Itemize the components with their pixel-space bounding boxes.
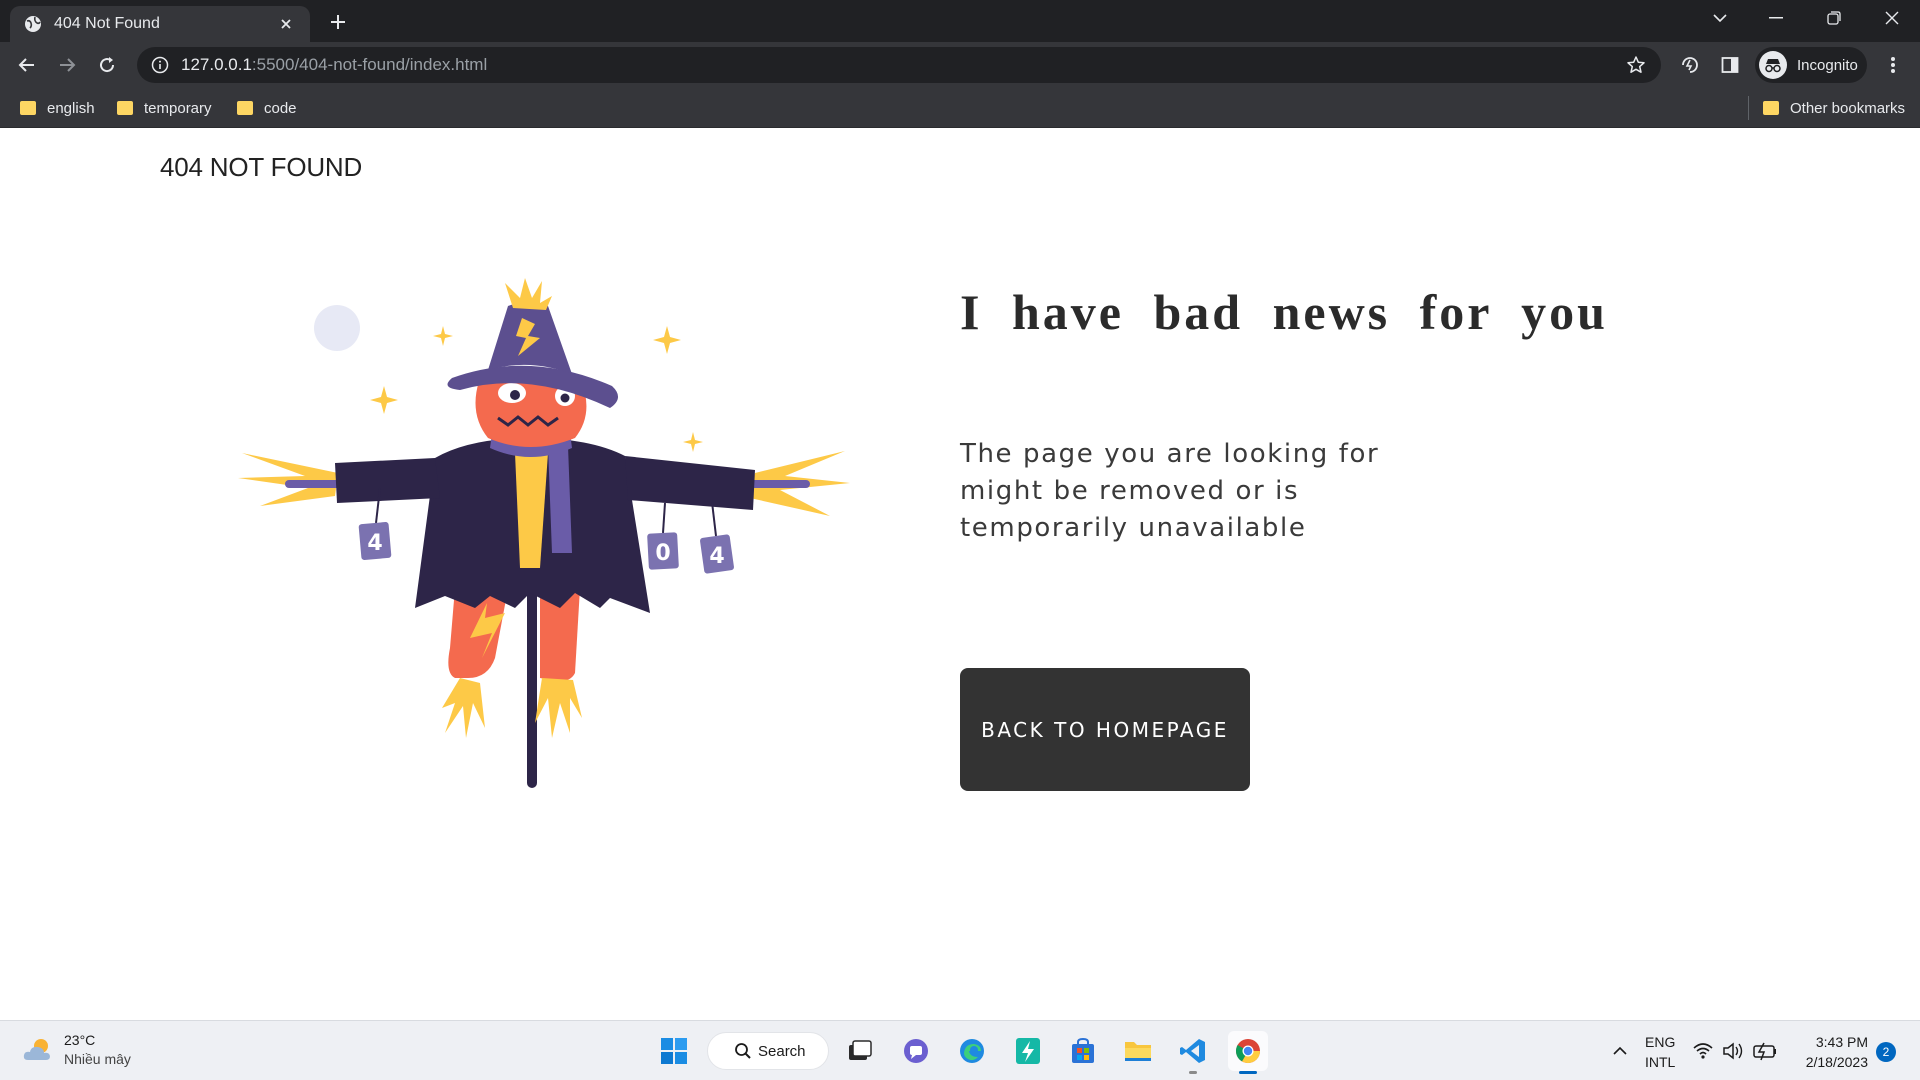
other-bookmarks-label: Other bookmarks [1790,99,1906,117]
bookmarks-bar: english temporary code Other bookmarks [0,88,1920,128]
bookmark-folder-code[interactable]: code [237,96,297,120]
show-hidden-icons-button[interactable] [1600,1031,1640,1071]
scarf-tail [548,446,572,553]
left-foot-straw [442,678,485,738]
coat-arm-right [625,456,755,510]
file-explorer-button[interactable] [1118,1031,1158,1071]
bookmark-label: temporary [144,99,212,117]
running-indicator [1189,1071,1197,1074]
bookmark-folder-english[interactable]: english [20,96,95,120]
coat-arm-left [335,458,440,503]
close-window-button[interactable] [1864,0,1920,36]
folder-icon [20,101,36,115]
minimize-button[interactable] [1748,0,1804,36]
windows-taskbar: 23°C Nhiều mây Search ENG INTL 3:43 PM 2… [0,1020,1920,1080]
notification-badge[interactable]: 2 [1876,1042,1896,1062]
bookmark-star-icon[interactable] [1625,54,1647,76]
bookmark-folder-temporary[interactable]: temporary [117,96,212,120]
teams-chat-button[interactable] [896,1031,936,1071]
left-straw-hand [238,453,338,506]
weather-widget[interactable]: 23°C Nhiều mây [22,1031,131,1069]
site-brand[interactable]: 404 NOT FOUND [160,152,362,183]
language-code: ENG [1645,1034,1676,1050]
restore-button[interactable] [1806,0,1862,36]
active-app-indicator [1239,1071,1257,1074]
incognito-icon [1759,51,1787,79]
right-foot-straw [535,678,582,738]
url-path: :5500/404-not-found/index.html [251,55,488,74]
incognito-profile-button[interactable]: Incognito [1755,47,1867,83]
can-digit-4-left: 4 [367,531,382,556]
microsoft-store-button[interactable] [1063,1031,1103,1071]
search-icon [734,1042,752,1060]
chevron-up-icon [1613,1046,1627,1055]
volume-icon [1723,1042,1743,1060]
forward-arrow-icon[interactable] [52,50,82,80]
power-automate-button[interactable] [1008,1031,1048,1071]
bookmarks-separator [1748,96,1749,120]
new-tab-button[interactable] [325,9,351,35]
folder-icon [117,101,133,115]
page-viewport: 404 NOT FOUND 4 0 4 I have bad news for … [0,128,1920,1020]
scarecrow-illustration: 4 0 4 [238,278,850,788]
chrome-button[interactable] [1228,1031,1268,1074]
search-label: Search [758,1042,806,1060]
vscode-icon [1180,1039,1205,1063]
wifi-icon [1693,1043,1713,1059]
reload-icon[interactable] [92,50,122,80]
folder-icon [237,101,253,115]
other-bookmarks-folder[interactable]: Other bookmarks [1763,96,1905,120]
chat-icon [904,1039,928,1063]
store-icon [1072,1037,1094,1063]
bookmark-label: code [264,99,297,117]
edge-browser-button[interactable] [952,1031,992,1071]
input-language-indicator[interactable]: ENG INTL [1645,1032,1675,1072]
taskbar-search[interactable]: Search [707,1032,829,1070]
tab-search-chevron-icon[interactable] [1692,0,1748,36]
extension-icon[interactable] [1675,50,1705,80]
tab-title: 404 Not Found [54,15,160,32]
can-digit-4-right: 4 [709,544,724,569]
back-arrow-icon[interactable] [12,50,42,80]
page-message: The page you are looking for might be re… [960,439,1380,543]
chrome-icon [1235,1039,1260,1064]
can-digit-0: 0 [655,541,670,566]
browser-toolbar: 127.0.0.1:5500/404-not-found/index.html … [0,42,1920,88]
folder-icon [1763,101,1779,115]
keyboard-layout: INTL [1645,1054,1676,1070]
weather-condition: Nhiều mây [64,1051,131,1067]
partly-cloudy-icon [23,1039,50,1060]
close-tab-icon[interactable] [276,14,296,34]
task-view-button[interactable] [840,1031,880,1071]
weather-temp: 23°C [64,1032,96,1048]
incognito-label: Incognito [1797,56,1858,74]
lightning-app-icon [1016,1038,1040,1064]
moon-decoration [314,305,360,351]
browser-titlebar: 404 Not Found [0,0,1920,42]
battery-charging-icon [1753,1042,1776,1061]
clock-time: 3:43 PM [1815,1034,1868,1050]
menu-kebab-icon[interactable] [1878,50,1908,80]
folder-app-icon [1125,1042,1151,1061]
quick-settings-button[interactable] [1690,1031,1784,1071]
address-bar[interactable]: 127.0.0.1:5500/404-not-found/index.html [137,47,1661,83]
active-tab[interactable]: 404 Not Found [10,6,310,42]
bookmark-label: english [47,99,95,117]
clock-date: 2/18/2023 [1805,1054,1868,1070]
side-panel-icon[interactable] [1715,50,1745,80]
windows-logo-icon [661,1038,687,1064]
page-headline: I have bad news for you [960,284,1608,340]
task-view-icon [849,1040,872,1060]
start-button[interactable] [654,1031,694,1071]
vscode-button[interactable] [1173,1031,1213,1074]
edge-icon [960,1039,984,1063]
site-info-icon[interactable] [151,56,169,74]
system-clock[interactable]: 3:43 PM 2/18/2023 [1796,1032,1868,1072]
scarecrow-pole [527,563,537,788]
globe-icon [24,15,42,33]
back-to-homepage-button[interactable]: BACK TO HOMEPAGE [960,668,1250,791]
url-host: 127.0.0.1 [181,55,252,74]
